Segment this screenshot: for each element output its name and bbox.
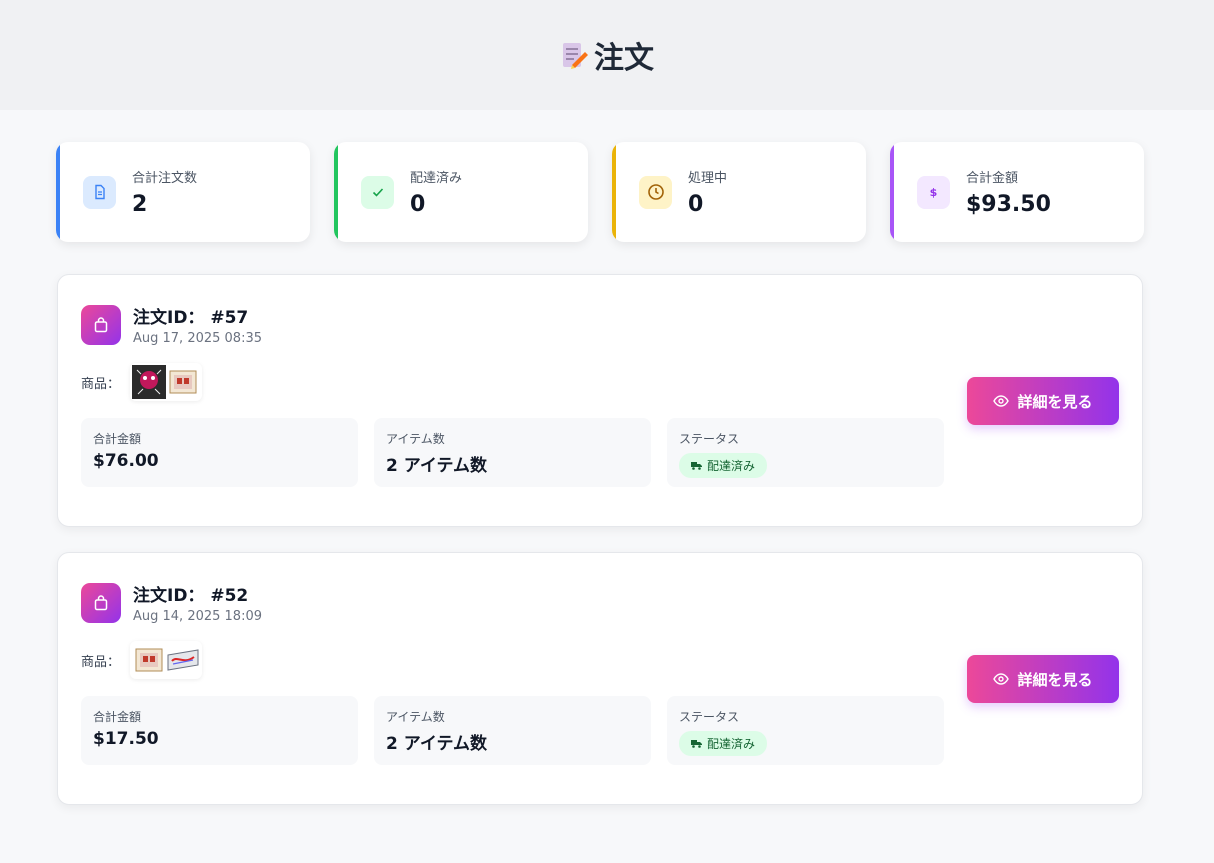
shopping-bag-icon xyxy=(81,582,121,623)
document-icon xyxy=(83,175,116,209)
items-value: 2 アイテム数 xyxy=(386,734,488,754)
order-card: 注文ID： #57 Aug 17, 2025 08:35 商品： 合計金額 $7… xyxy=(57,274,1143,527)
truck-icon xyxy=(691,740,702,748)
stat-delivered: 配達済み 0 xyxy=(334,142,588,242)
order-date: Aug 14, 2025 18:09 xyxy=(133,609,263,624)
products-label: 商品： xyxy=(81,654,121,670)
order-id: 注文ID： #57 xyxy=(133,303,262,328)
page-header: 注文 xyxy=(0,0,1214,110)
total-value: $76.00 xyxy=(93,451,159,471)
view-details-label: 詳細を見る xyxy=(1017,392,1093,411)
stat-processing: 処理中 0 xyxy=(612,142,866,242)
stat-label: 処理中 xyxy=(688,171,728,186)
eye-icon xyxy=(993,673,1010,685)
truck-icon xyxy=(691,462,702,470)
product-thumbnail[interactable] xyxy=(132,365,167,399)
eye-icon xyxy=(993,395,1010,407)
product-thumbnail[interactable] xyxy=(132,643,166,677)
order-id-label: 注文ID： xyxy=(133,586,205,606)
order-items-box: アイテム数 2 アイテム数 xyxy=(374,696,651,765)
stat-label: 合計注文数 xyxy=(132,171,198,186)
view-details-button[interactable]: 詳細を見る xyxy=(967,377,1119,425)
order-items-box: アイテム数 2 アイテム数 xyxy=(374,418,651,487)
order-info-row: 合計金額 $76.00 アイテム数 2 アイテム数 ステータス 配達済み xyxy=(81,418,944,487)
check-icon xyxy=(361,175,394,209)
stat-value: 0 xyxy=(410,192,426,217)
product-thumbnails xyxy=(130,363,203,401)
products-row: 商品： xyxy=(81,641,203,679)
status-text: 配達済み xyxy=(707,459,756,473)
order-total-box: 合計金額 $76.00 xyxy=(81,418,358,487)
stat-total-orders: 合計注文数 2 xyxy=(56,142,310,242)
stat-value: 2 xyxy=(132,192,148,217)
status-label: ステータス xyxy=(679,432,740,446)
order-id-value: #52 xyxy=(210,586,249,606)
status-label: ステータス xyxy=(679,710,740,724)
product-thumbnail[interactable] xyxy=(166,365,200,399)
items-label: アイテム数 xyxy=(386,710,445,724)
stat-value: 0 xyxy=(688,192,704,217)
stat-label: 配達済み xyxy=(410,171,463,186)
status-text: 配達済み xyxy=(707,737,756,751)
clock-icon xyxy=(639,175,672,209)
stat-total-amount: $ 合計金額 $93.50 xyxy=(890,142,1144,242)
stat-label: 合計金額 xyxy=(966,171,1019,186)
status-badge: 配達済み xyxy=(679,453,768,478)
total-label: 合計金額 xyxy=(93,432,142,446)
order-info-row: 合計金額 $17.50 アイテム数 2 アイテム数 ステータス 配達済み xyxy=(81,696,944,765)
order-status-box: ステータス 配達済み xyxy=(667,696,944,765)
order-total-box: 合計金額 $17.50 xyxy=(81,696,358,765)
order-date: Aug 17, 2025 08:35 xyxy=(133,331,263,346)
status-badge: 配達済み xyxy=(679,731,768,756)
order-header: 注文ID： #52 Aug 14, 2025 18:09 xyxy=(81,581,262,624)
items-value: 2 アイテム数 xyxy=(386,456,488,476)
items-label: アイテム数 xyxy=(386,432,445,446)
dollar-icon: $ xyxy=(917,175,950,209)
total-label: 合計金額 xyxy=(93,710,142,724)
order-status-box: ステータス 配達済み xyxy=(667,418,944,487)
stats-row: 合計注文数 2 配達済み 0 処理中 0 $ 合計金額 $93.50 xyxy=(56,142,1144,242)
view-details-label: 詳細を見る xyxy=(1017,670,1093,689)
product-thumbnail[interactable] xyxy=(166,643,200,677)
view-details-button[interactable]: 詳細を見る xyxy=(967,655,1119,703)
order-card: 注文ID： #52 Aug 14, 2025 18:09 商品： 合計金額 $1… xyxy=(57,552,1143,805)
order-header: 注文ID： #57 Aug 17, 2025 08:35 xyxy=(81,303,262,346)
order-id-label: 注文ID： xyxy=(133,308,205,328)
memo-icon xyxy=(560,41,588,69)
page-title: 注文 xyxy=(594,41,654,76)
products-row: 商品： xyxy=(81,363,203,401)
product-thumbnails xyxy=(130,641,203,679)
products-label: 商品： xyxy=(81,376,121,392)
stat-value: $93.50 xyxy=(966,192,1051,217)
shopping-bag-icon xyxy=(81,304,121,345)
order-id: 注文ID： #52 xyxy=(133,581,262,606)
order-id-value: #57 xyxy=(210,308,249,328)
total-value: $17.50 xyxy=(93,729,159,749)
